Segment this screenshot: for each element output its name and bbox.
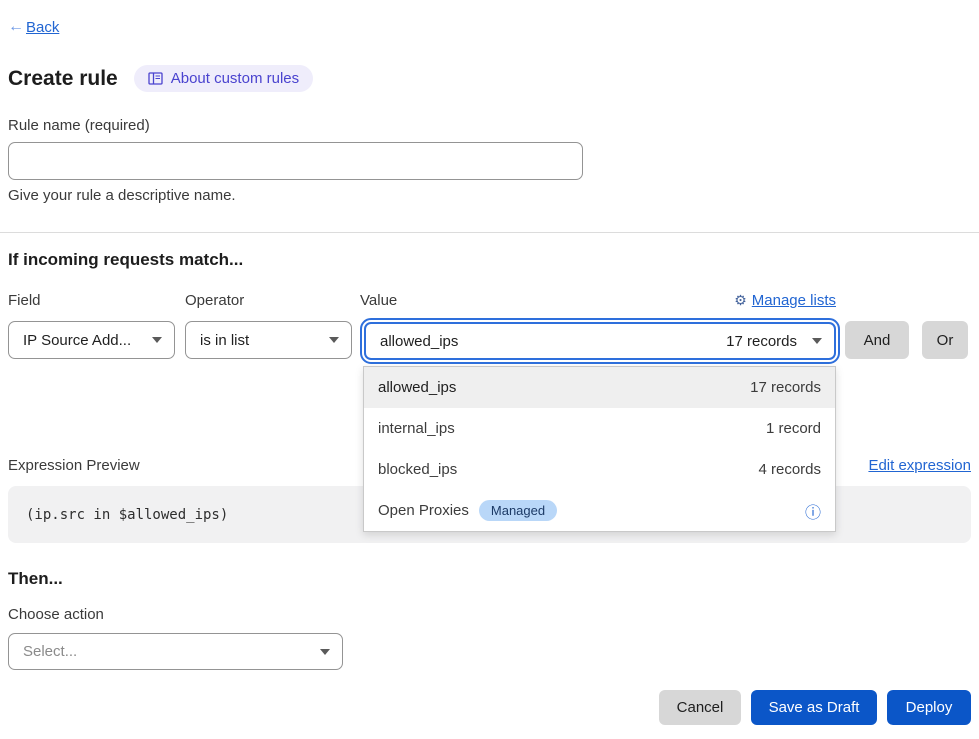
chevron-down-icon (812, 338, 822, 344)
rule-name-label: Rule name (required) (8, 117, 971, 134)
value-select-right: 17 records (726, 333, 822, 350)
list-item-internal-ips[interactable]: internal_ips 1 record (364, 408, 835, 449)
field-select-value: IP Source Add... (23, 332, 131, 349)
value-label-row: Value ⚙ Manage lists (360, 292, 836, 309)
value-select-count: 17 records (726, 333, 797, 350)
value-select-selected: allowed_ips (380, 333, 458, 350)
choose-action-label: Choose action (8, 606, 971, 623)
back-label: Back (26, 19, 59, 36)
save-as-draft-button[interactable]: Save as Draft (751, 690, 877, 725)
chevron-down-icon (152, 337, 162, 343)
section-divider (0, 232, 979, 233)
back-row: ←Back (8, 18, 971, 38)
value-label: Value (360, 292, 397, 309)
field-select[interactable]: IP Source Add... (8, 321, 175, 359)
operator-label: Operator (185, 292, 360, 309)
info-icon[interactable]: ⓘ (805, 499, 821, 523)
value-select[interactable]: allowed_ips 17 records (364, 322, 836, 360)
or-button[interactable]: Or (922, 321, 968, 359)
action-select[interactable]: Select... (8, 633, 343, 670)
list-item-left: Open Proxies Managed (378, 500, 557, 522)
manage-lists-label: Manage lists (752, 292, 836, 309)
list-name: internal_ips (378, 420, 455, 437)
back-arrow-icon: ← (8, 18, 24, 36)
list-item-allowed-ips[interactable]: allowed_ips 17 records (364, 367, 835, 408)
operator-select[interactable]: is in list (185, 321, 352, 359)
page-title: Create rule (8, 67, 118, 91)
match-labels-row: Field Operator Value ⚙ Manage lists (8, 292, 971, 309)
list-record-count: 1 record (766, 420, 821, 437)
deploy-button[interactable]: Deploy (887, 690, 971, 725)
book-icon (148, 72, 163, 85)
title-row: Create rule About custom rules (8, 65, 971, 92)
and-button[interactable]: And (845, 321, 909, 359)
edit-expression-link[interactable]: Edit expression (868, 457, 971, 474)
list-item-open-proxies[interactable]: Open Proxies Managed ⓘ (364, 490, 835, 531)
value-dropdown-menu: allowed_ips 17 records internal_ips 1 re… (363, 366, 836, 532)
then-heading: Then... (8, 569, 971, 589)
chevron-down-icon (320, 649, 330, 655)
action-select-placeholder: Select... (23, 643, 77, 660)
match-controls-row: IP Source Add... is in list allowed_ips … (8, 321, 971, 360)
expression-code: (ip.src in $allowed_ips) (26, 507, 228, 523)
value-select-column: allowed_ips 17 records (360, 321, 836, 360)
managed-badge: Managed (479, 500, 557, 522)
list-record-count: 17 records (750, 379, 821, 396)
about-custom-rules-link[interactable]: About custom rules (134, 65, 313, 92)
list-record-count: 4 records (758, 461, 821, 478)
list-name: allowed_ips (378, 379, 456, 396)
about-label: About custom rules (171, 70, 299, 87)
list-name: blocked_ips (378, 461, 457, 478)
gear-icon: ⚙ (734, 292, 747, 309)
back-link[interactable]: ←Back (8, 18, 59, 36)
match-heading: If incoming requests match... (8, 250, 971, 270)
rule-name-helper: Give your rule a descriptive name. (8, 187, 971, 204)
operator-select-value: is in list (200, 332, 249, 349)
field-label: Field (8, 292, 185, 309)
list-name: Open Proxies (378, 502, 469, 519)
manage-lists-link[interactable]: ⚙ Manage lists (734, 292, 836, 309)
expression-preview-label: Expression Preview (8, 457, 140, 474)
chevron-down-icon (329, 337, 339, 343)
create-rule-page: ←Back Create rule About custom rules Rul… (0, 0, 979, 739)
rule-name-input[interactable] (8, 142, 583, 180)
footer-buttons: Cancel Save as Draft Deploy (8, 690, 971, 725)
list-item-blocked-ips[interactable]: blocked_ips 4 records (364, 449, 835, 490)
cancel-button[interactable]: Cancel (659, 690, 741, 725)
